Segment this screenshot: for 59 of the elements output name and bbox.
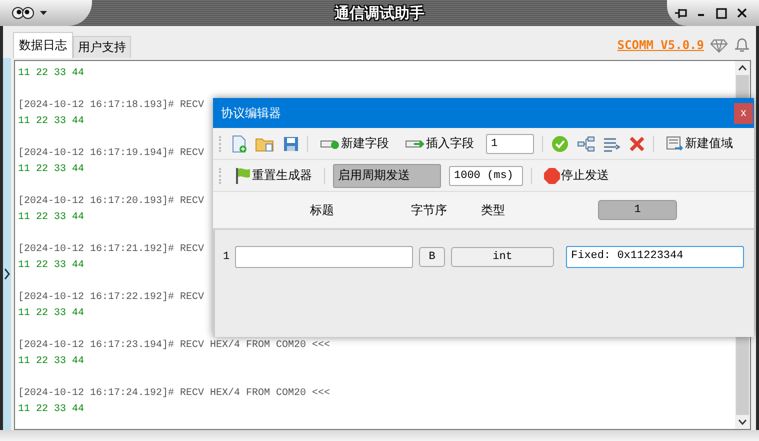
log-data-line: 11 22 33 44 [18, 355, 84, 369]
tree-icon[interactable] [577, 136, 595, 152]
diamond-icon[interactable] [710, 39, 728, 53]
log-data-line: 11 22 33 44 [18, 259, 84, 273]
scroll-down-icon[interactable] [738, 419, 747, 425]
close-icon[interactable] [737, 8, 747, 18]
log-data-line: 11 22 33 44 [18, 307, 84, 321]
stop-send-button[interactable]: 停止发送 [540, 167, 613, 184]
log-header-line: [2024-10-12 16:17:18.193]# RECV [18, 98, 204, 113]
new-range-button[interactable]: 新建值域 [662, 135, 737, 152]
eyes-logo-icon[interactable] [12, 6, 34, 20]
log-header-line: [2024-10-12 16:17:19.194]# RECV [18, 146, 204, 161]
folder-icon[interactable] [255, 136, 275, 152]
insert-arrow-icon [405, 138, 425, 150]
tab[interactable]: 数据日志 [13, 32, 73, 58]
log-header-line: [2024-10-12 16:17:22.192]# RECV [18, 290, 204, 305]
log-data-line: 11 22 33 44 [18, 115, 84, 129]
flag-icon [235, 166, 251, 184]
caret-icon[interactable] [40, 11, 47, 15]
tab[interactable]: 用户支持 [73, 36, 131, 58]
save-icon[interactable] [283, 136, 299, 152]
log-data-line: 11 22 33 44 [18, 163, 84, 177]
log-data-line: 11 22 33 44 [18, 403, 84, 417]
interval-field[interactable]: 1000 (ms) [449, 166, 523, 186]
periodic-send-toggle[interactable]: 启用周期发送 [333, 164, 441, 188]
value-field[interactable]: Fixed: 0x11223344 [566, 246, 744, 268]
type-button[interactable]: int [451, 247, 554, 267]
byte-order-button[interactable]: B [419, 247, 445, 267]
log-header-line: [2024-10-12 16:17:24.192]# RECV HEX/4 FROM COM20 <<< [18, 386, 330, 401]
new-file-icon[interactable] [231, 134, 247, 152]
delete-icon[interactable] [629, 136, 645, 152]
bell-icon[interactable] [734, 37, 750, 53]
column-header: 类型 [481, 202, 505, 218]
log-header-line: [2024-10-12 16:17:23.194]# RECV HEX/4 FROM COM20 <<< [18, 338, 330, 353]
stop-icon [544, 168, 560, 184]
pin-icon[interactable] [675, 8, 687, 18]
horizontal-scrollbar[interactable] [0, 430, 759, 441]
column-header: 标题 [310, 202, 334, 218]
column-button[interactable]: 1 [598, 200, 677, 220]
row-number: 1 [222, 251, 231, 263]
close-button[interactable]: x [734, 102, 753, 124]
window-title: 通信调试助手 [334, 4, 426, 22]
check-icon[interactable] [551, 134, 569, 152]
column-header: 字节序 [411, 202, 447, 218]
scroll-up-icon[interactable] [738, 65, 747, 71]
log-data-line: 11 22 33 44 [18, 67, 84, 81]
dialog-title: 协议编辑器 [221, 104, 281, 122]
document-arrow-icon [666, 136, 684, 152]
add-field-icon [320, 138, 340, 150]
new-field-button[interactable]: 新建字段 [316, 135, 393, 152]
log-data-line: 11 22 33 44 [18, 211, 84, 225]
list-icon[interactable] [603, 136, 621, 152]
reset-generator-button[interactable]: 重置生成器 [231, 166, 316, 184]
count-field[interactable]: 1 [486, 134, 534, 154]
log-header-line: [2024-10-12 16:17:21.192]# RECV [18, 242, 204, 257]
title-field[interactable] [235, 246, 413, 268]
maximize-icon[interactable] [716, 8, 727, 18]
insert-field-button[interactable]: 插入字段 [401, 135, 478, 152]
log-header-line: [2024-10-12 16:17:20.193]# RECV [18, 194, 204, 209]
